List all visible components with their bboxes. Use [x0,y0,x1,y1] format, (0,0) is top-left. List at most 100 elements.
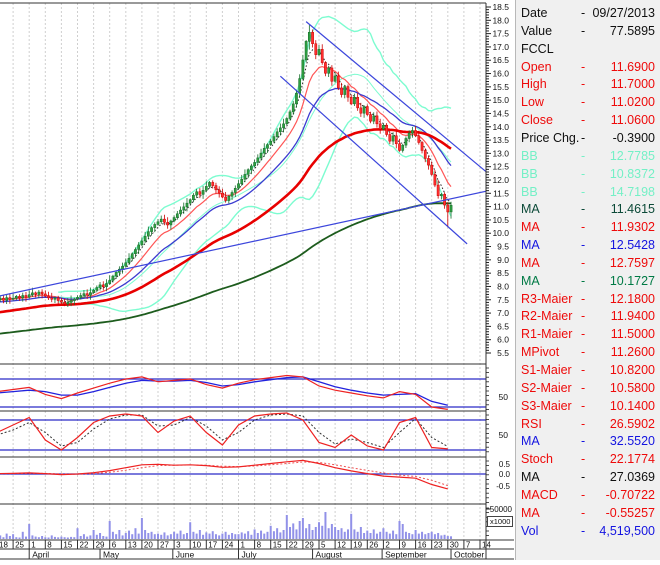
info-label: MA [521,433,540,450]
info-value: 10.8372 [610,166,655,183]
rsi-ma-line [0,377,448,405]
info-row-ma-12: MA-11.9302 [521,219,655,236]
info-label: S2-Maier [521,380,572,397]
info-value: -0.55257 [606,505,655,522]
week-tick-label: 12 [337,541,346,550]
info-dash: - [581,469,585,486]
info-dash: - [581,291,585,308]
info-dash: - [581,201,585,218]
info-label: MA [521,469,540,486]
info-value: 11.0600 [611,112,655,129]
svg-text:15.0: 15.0 [492,95,509,105]
info-dash: - [581,344,585,361]
data-window: Date-09/27/2013Value-77.5895FCCLOpen-11.… [515,0,660,560]
info-dash: - [581,523,585,540]
price-chart-canvas[interactable]: 18.518.017.517.016.516.015.515.014.514.0… [0,0,516,560]
month-label: May [103,550,120,560]
info-value: 22.1774 [610,451,655,468]
week-tick-label: 17 [208,541,217,550]
week-tick-label: 29 [96,541,105,550]
week-tick-label: 27 [160,541,169,550]
trading-app-window: { "symbol": "FCCL", "info_panel": { "row… [0,0,660,560]
volume-axis-label: 50000 [490,505,513,514]
svg-text:14.5: 14.5 [492,108,509,118]
week-tick-label: 10 [192,541,201,550]
info-dash: - [581,23,585,40]
week-tick-label: 30 [450,541,459,550]
svg-text:8.5: 8.5 [497,268,509,278]
info-label: MPivot [521,344,559,361]
month-label: September [385,550,427,560]
info-row-ma-26: MA - 27.0369 [521,469,655,486]
info-dash: - [581,308,585,325]
info-row-rsi-23: RSI-26.5902 [521,416,655,433]
gridlines [13,3,480,540]
info-value: 27.0369 [610,469,655,486]
svg-text:13.0: 13.0 [492,148,509,158]
info-label: MA [521,255,540,272]
info-dash: - [581,416,585,433]
info-row-close-6: Close-11.0600 [521,112,655,129]
info-dash: - [581,255,585,272]
week-tick-label: 8 [257,541,262,550]
info-row-stoch-25: Stoch-22.1774 [521,451,655,468]
week-tick-label: 19 [353,541,362,550]
svg-text:12.0: 12.0 [492,175,509,185]
info-label: FCCL [521,41,554,58]
rsi-panel [0,376,486,410]
info-row-ma-13: MA-12.5428 [521,237,655,254]
info-row-s1-maier-20: S1-Maier-10.8200 [521,362,655,379]
info-label: RSI [521,416,542,433]
info-dash: - [581,219,585,236]
svg-text:5.5: 5.5 [497,348,509,358]
info-row-bb-8: BB-12.7785 [521,148,655,165]
info-dash: - [581,237,585,254]
svg-text:9.5: 9.5 [497,242,509,252]
info-dash: - [581,487,585,504]
info-dash: - [581,433,585,450]
svg-text:14.0: 14.0 [492,122,509,132]
info-value: 10.1727 [610,273,655,290]
chart-area[interactable]: 18.518.017.517.016.516.015.515.014.514.0… [0,0,516,560]
info-value: 10.5800 [610,380,655,397]
info-row-price-chg--7: Price Chg.--0.3900 [521,130,655,147]
info-value: 4,519,500 [599,523,655,540]
month-label: August [316,550,343,560]
price-axis: 18.518.017.517.016.516.015.515.014.514.0… [486,2,513,536]
info-label: MA [521,219,540,236]
info-row-low-5: Low-11.0200 [521,94,655,111]
month-label: June [176,550,195,560]
week-tick-label: 3 [176,541,181,550]
info-label: BB [521,148,538,165]
week-tick-label: 6 [112,541,117,550]
info-dash: - [581,166,585,183]
week-tick-label: 2 [385,541,390,550]
svg-text:17.5: 17.5 [492,29,509,39]
svg-text:0.5: 0.5 [499,460,511,469]
info-row-s2-maier-21: S2-Maier-10.5800 [521,380,655,397]
info-label: MA [521,201,540,218]
week-tick-label: 14 [482,541,491,550]
svg-text:6.0: 6.0 [497,335,509,345]
info-value: 11.9400 [611,308,655,325]
svg-text:18.5: 18.5 [492,2,509,12]
svg-text:10.5: 10.5 [492,215,509,225]
week-tick-label: 20 [144,541,153,550]
rsi-line [0,376,448,410]
info-row-ma-28: MA--0.55257 [521,505,655,522]
svg-text:11.5: 11.5 [493,188,509,198]
info-label: MA [521,237,540,254]
info-label: Close [521,112,553,129]
stoch-axis-label: 50 [499,430,509,440]
info-label: BB [521,166,538,183]
info-label: BB [521,184,538,201]
info-row-fccl-2: FCCL [521,41,655,58]
info-dash: - [581,130,585,147]
info-value: 12.7597 [610,255,655,272]
info-row-macd-27: MACD--0.70722 [521,487,655,504]
macd-line [0,460,448,489]
week-tick-label: 15 [273,541,282,550]
svg-text:17.0: 17.0 [492,42,509,52]
info-label: Value [521,23,552,40]
svg-text:0.0: 0.0 [499,470,511,479]
